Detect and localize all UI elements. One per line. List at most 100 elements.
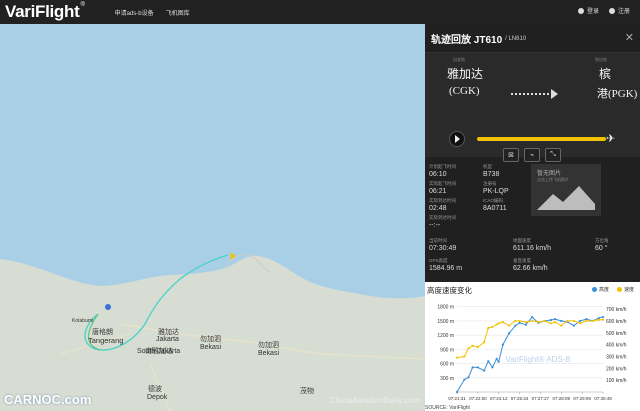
track-view-icon[interactable]: ⤡ (545, 148, 561, 162)
close-icon[interactable]: ✕ (625, 31, 634, 44)
x-tick-label: 07:30:49 (594, 396, 612, 401)
altitude-view-icon[interactable]: ⌁ (524, 148, 540, 162)
y-left-tick-label: 900 m (440, 347, 454, 353)
altitude-data-point (455, 390, 459, 394)
speed-data-point (491, 325, 494, 328)
altitude-data-point (471, 366, 474, 369)
field-value: 06:21 (429, 188, 447, 195)
altitude-speed-chart: 高度速度变化 高度 速度 300 m 600 m 900 m 1200 m 1500 m… (425, 282, 640, 411)
altitude-data-point (560, 319, 563, 323)
altitude-data-point (578, 319, 582, 323)
altitude-data-point (491, 366, 494, 369)
gps-altitude: GPS高度 1584.96 m (429, 258, 462, 272)
field-value: --:-- (429, 222, 441, 229)
register-link[interactable]: 注册 (608, 6, 630, 15)
nav-item-aircraft-gallery[interactable]: 飞机图库 (166, 8, 190, 17)
departure-airport-marker (105, 304, 111, 310)
chart-source: SOURCE: VariFlight (425, 405, 470, 411)
arrival-city: 槟 (599, 67, 612, 81)
speed-data-point (518, 319, 521, 323)
x-tick-label: 07:28:09 (553, 396, 571, 401)
actual-arrival: 实际到达时间 02:48 (429, 198, 456, 212)
field-label: 垂直速度 (513, 258, 531, 263)
y-right-tick-label: 500 km/h (606, 331, 627, 337)
speed-data-point (537, 321, 540, 324)
variflight-logo[interactable]: VariFlight® (5, 2, 85, 22)
estimated-arrival: 实际到达时间 --:-- (429, 215, 456, 229)
y-right-tick-label: 100 km/h (606, 378, 627, 384)
field-value: 611.16 km/h (513, 245, 552, 252)
speed-data-point (566, 319, 569, 323)
field-label: 实际起飞时间 (429, 181, 456, 186)
altitude-data-point (585, 317, 588, 321)
speed-data-point (601, 318, 605, 321)
speed-data-point (455, 356, 459, 359)
field-value: 62.66 km/h (513, 265, 548, 272)
ground-speed: 地面速度 611.16 km/h (513, 238, 551, 252)
field-label: 方位角 (595, 238, 609, 243)
altitude-data-point (487, 360, 490, 363)
altitude-data-point (524, 323, 527, 326)
speed-data-point (524, 321, 527, 324)
field-value: 07:30:49 (429, 245, 457, 252)
x-tick-label: 07:29:09 (573, 396, 591, 401)
speed-data-point (497, 322, 500, 325)
playback-panel: 轨迹回放 JT610 / LN610 ✕ 出发地 到达地 雅加达 (CGK) 槟… (425, 24, 640, 411)
field-value: 06:10 (429, 171, 447, 178)
actual-departure: 实际起飞时间 06:21 (429, 181, 456, 195)
map-label: 德波 (148, 386, 162, 393)
x-tick-label: 07:24:12 (490, 396, 508, 401)
x-tick-label: 07:27:27 (532, 396, 550, 401)
top-nav: 申请ads-b设备 飞机图库 (115, 8, 190, 17)
flight-map[interactable]: 唐格朗 Tangerang 雅加达 Jakarta 南雅加达 South Jak… (0, 24, 425, 411)
field-label: 实际到达时间 (429, 215, 456, 220)
icao-code: ICAO编码 8A0711 (483, 198, 507, 212)
departure-city: 雅加达 (447, 67, 484, 81)
mountain-icon (537, 186, 595, 210)
heading: 方位角 60 ° (595, 238, 609, 252)
speed-data-point (495, 323, 498, 326)
field-value: 60 ° (595, 245, 608, 252)
register-label: 注册 (617, 9, 630, 15)
altitude-data-point (572, 324, 575, 327)
map-canvas (0, 252, 425, 411)
login-label: 登录 (586, 9, 599, 15)
speed-data-point (572, 319, 575, 323)
register-icon (608, 7, 615, 14)
map-label: 勿加泗 (258, 342, 279, 349)
play-button[interactable] (449, 131, 465, 147)
x-tick-label: 07:25:34 (511, 396, 529, 401)
speed-data-point (501, 321, 504, 324)
panel-title: 轨迹回放 JT610 (431, 34, 503, 46)
altitude-data-point (530, 316, 534, 319)
field-value: 8A0711 (483, 205, 507, 212)
speed-data-point (467, 347, 470, 350)
speed-data-point (597, 318, 600, 321)
field-value: PK-LQP (483, 188, 509, 195)
speed-data-point (476, 345, 479, 349)
speed-data-point (508, 324, 511, 327)
login-link[interactable]: 登录 (577, 6, 599, 15)
y-right-tick-label: 200 km/h (606, 366, 627, 372)
departure-label: 出发地 (453, 57, 465, 62)
altitude-data-point (495, 357, 498, 360)
altitude-data-point (476, 366, 479, 369)
aircraft-photo-placeholder[interactable]: 暂无图片 点击上传飞机照片 (531, 164, 601, 216)
fit-view-icon[interactable]: ⊠ (503, 148, 519, 162)
map-label: Tangerang (88, 336, 124, 345)
map-label: Jakarta (156, 336, 179, 343)
speed-data-point (471, 344, 474, 347)
nav-item-adsb-device[interactable]: 申请ads-b设备 (115, 8, 154, 17)
field-label: 计划起飞时间 (429, 164, 456, 169)
altitude-data-point (508, 332, 511, 335)
y-left-tick-label: 300 m (440, 376, 454, 382)
playback-progress-bar[interactable] (477, 137, 606, 141)
chart-plot: 300 m 600 m 900 m 1200 m 1500 m 1800 m 100 km/… (437, 305, 627, 401)
map-label: 勿加泗 (200, 336, 221, 343)
altitude-data-point (514, 324, 517, 327)
speed-data-point (483, 341, 486, 344)
top-bar: VariFlight® 申请ads-b设备 飞机图库 登录 注册 (0, 0, 640, 24)
speed-data-point (553, 321, 557, 324)
field-value: 1584.96 m (429, 265, 463, 272)
field-label: 实际到达时间 (429, 198, 456, 203)
